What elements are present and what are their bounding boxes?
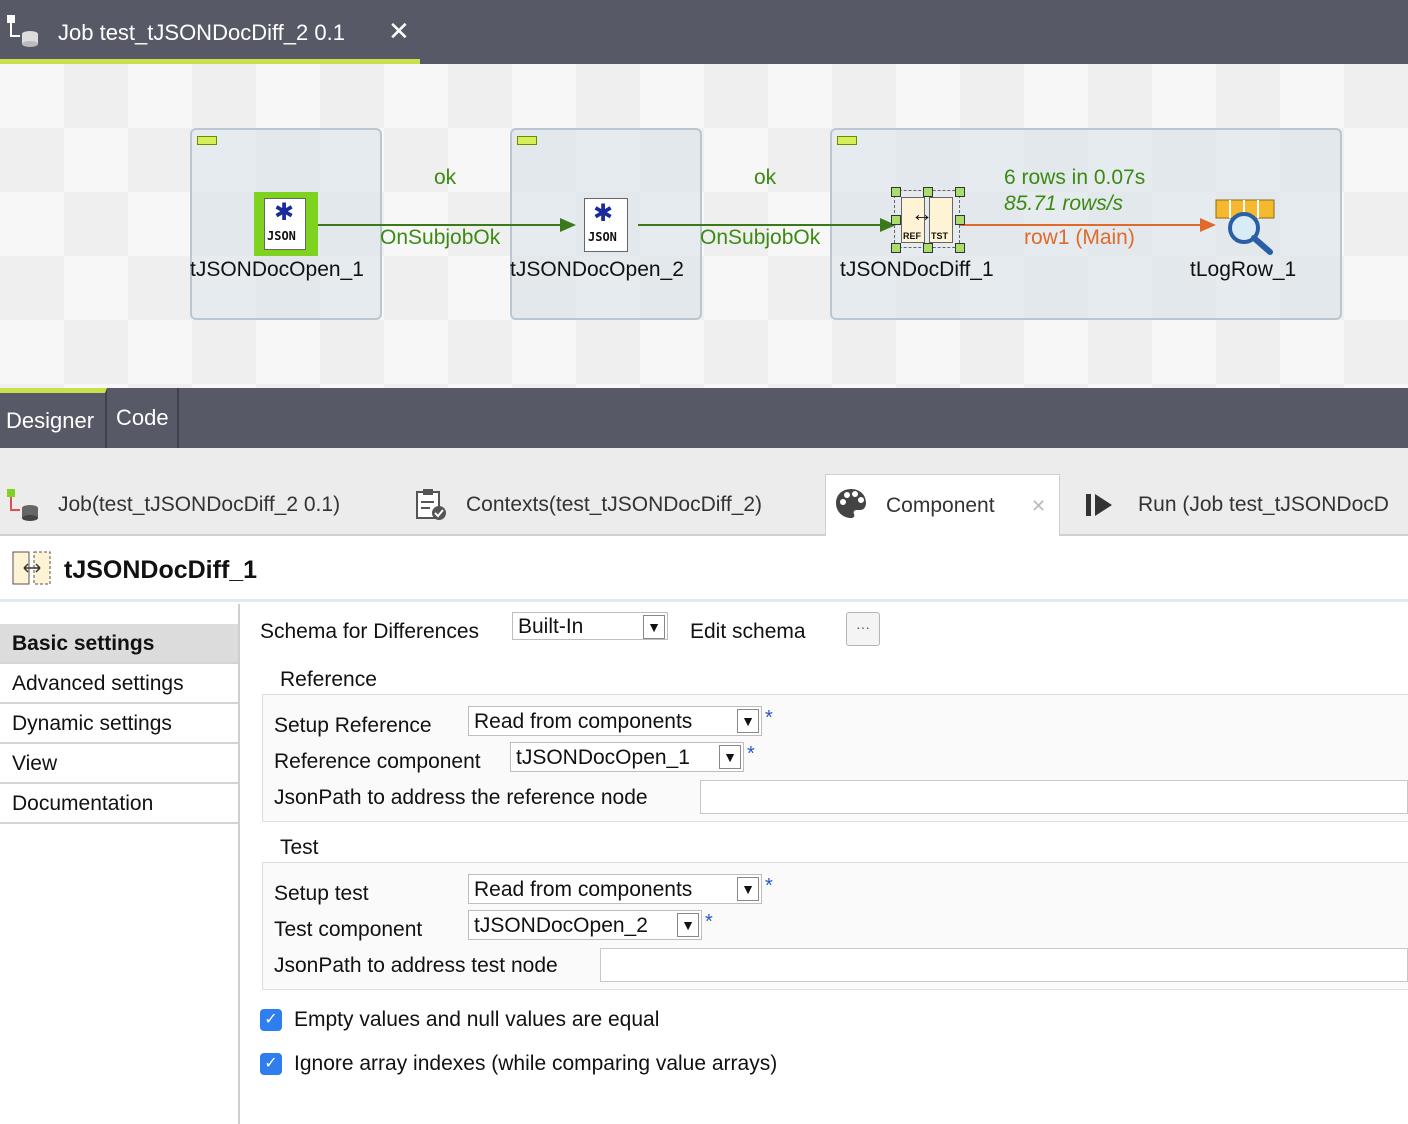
link-status-label: ok	[754, 166, 777, 189]
component-label[interactable]: tJSONDocOpen_2	[510, 258, 684, 282]
setup-reference-label: Setup Reference	[274, 714, 432, 737]
setup-test-label: Setup test	[274, 882, 369, 905]
required-mark: *	[765, 875, 773, 897]
close-icon[interactable]: ✕	[388, 18, 410, 44]
component-label[interactable]: tJSONDocOpen_1	[190, 258, 364, 282]
json-diff-icon[interactable]: ↔ REF TST	[891, 187, 965, 253]
sidebar-item-documentation[interactable]: Documentation	[0, 784, 238, 824]
edit-schema-label: Edit schema	[690, 620, 806, 643]
log-row-icon[interactable]	[1214, 198, 1278, 256]
editor-tab-bar: Job test_tJSONDocDiff_2 0.1 ✕	[0, 0, 1408, 64]
required-mark: *	[747, 743, 755, 765]
component-title: tJSONDocDiff_1	[64, 556, 258, 584]
reference-component-label: Reference component	[274, 750, 481, 773]
chevron-down-icon[interactable]: ▼	[677, 913, 699, 937]
ignore-array-indexes-label: Ignore array indexes (while comparing va…	[294, 1052, 778, 1075]
chevron-down-icon[interactable]: ▼	[737, 709, 759, 733]
reference-jsonpath-input[interactable]	[700, 780, 1408, 814]
row-link-name[interactable]: row1 (Main)	[1024, 226, 1135, 250]
tab-job[interactable]: Job(test_tJSONDocDiff_2 0.1)	[0, 474, 400, 536]
editor-tab-job[interactable]: Job test_tJSONDocDiff_2 0.1 ✕	[0, 0, 420, 64]
link-status-label: ok	[434, 166, 457, 189]
run-icon	[1086, 494, 1112, 516]
contexts-icon	[416, 489, 446, 520]
sidebar-item-dynamic-settings[interactable]: Dynamic settings	[0, 704, 238, 744]
sidebar-item-advanced-settings[interactable]: Advanced settings	[0, 664, 238, 704]
setup-test-select[interactable]: Read from components ▼	[468, 874, 762, 904]
chevron-down-icon[interactable]: ▼	[719, 745, 741, 769]
edit-schema-button[interactable]: ···	[846, 612, 880, 646]
sidebar-item-basic-settings[interactable]: Basic settings	[0, 624, 238, 664]
editor-tab-title: Job test_tJSONDocDiff_2 0.1	[58, 20, 345, 45]
empty-null-equal-label: Empty values and null values are equal	[294, 1008, 660, 1031]
component-label[interactable]: tLogRow_1	[1190, 258, 1296, 282]
link-name-label[interactable]: OnSubjobOk	[380, 226, 500, 250]
schema-label: Schema for Differences	[260, 620, 480, 643]
tab-code[interactable]: Code	[107, 388, 179, 448]
reference-jsonpath-label: JsonPath to address the reference node	[274, 786, 648, 809]
test-section-title: Test	[280, 836, 319, 859]
reference-component-select[interactable]: tJSONDocOpen_1 ▼	[510, 742, 744, 772]
link-name-label[interactable]: OnSubjobOk	[700, 226, 820, 250]
test-component-select[interactable]: tJSONDocOpen_2 ▼	[468, 910, 702, 940]
test-component-label: Test component	[274, 918, 423, 941]
row-stats-label: 6 rows in 0.07s	[1004, 166, 1146, 189]
schema-select[interactable]: Built-In ▼	[512, 612, 668, 640]
json-doc-icon[interactable]: ✱ JSON	[584, 198, 628, 252]
palette-icon	[836, 489, 866, 518]
json-doc-icon[interactable]: ✱ JSON	[254, 192, 318, 256]
ignore-array-indexes-checkbox[interactable]: ✓	[260, 1053, 282, 1075]
tab-run[interactable]: Run (Job test_tJSONDocD	[1064, 474, 1408, 536]
chevron-down-icon[interactable]: ▼	[643, 615, 665, 639]
json-diff-icon	[12, 551, 51, 585]
reference-section-title: Reference	[280, 668, 377, 691]
tab-contexts[interactable]: Contexts(test_tJSONDocDiff_2)	[410, 474, 820, 536]
required-mark: *	[705, 911, 713, 933]
settings-sidebar: Basic settings Advanced settings Dynamic…	[0, 604, 240, 1124]
job-designer-canvas[interactable]: ✱ JSON tJSONDocOpen_1 ✱ JSON tJSONDocOpe…	[0, 64, 1408, 388]
view-tab-bar: Job(test_tJSONDocDiff_2 0.1) Contexts(te…	[0, 448, 1408, 537]
tab-designer[interactable]: Designer	[0, 388, 107, 448]
setup-reference-select[interactable]: Read from components ▼	[468, 706, 762, 736]
job-icon	[7, 489, 38, 521]
designer-code-bar: Designer Code	[0, 388, 1408, 448]
test-jsonpath-input[interactable]	[600, 948, 1408, 982]
empty-null-equal-checkbox[interactable]: ✓	[260, 1009, 282, 1031]
test-jsonpath-label: JsonPath to address test node	[274, 954, 558, 977]
job-icon	[7, 15, 38, 47]
required-mark: *	[765, 707, 773, 729]
close-icon[interactable]: ✕	[1031, 475, 1046, 537]
component-label[interactable]: tJSONDocDiff_1	[840, 258, 994, 282]
tab-component[interactable]: Component ✕	[825, 474, 1060, 537]
component-header: tJSONDocDiff_1	[0, 536, 1408, 602]
row-rate-label: 85.71 rows/s	[1004, 192, 1124, 215]
chevron-down-icon[interactable]: ▼	[737, 877, 759, 901]
sidebar-item-view[interactable]: View	[0, 744, 238, 784]
